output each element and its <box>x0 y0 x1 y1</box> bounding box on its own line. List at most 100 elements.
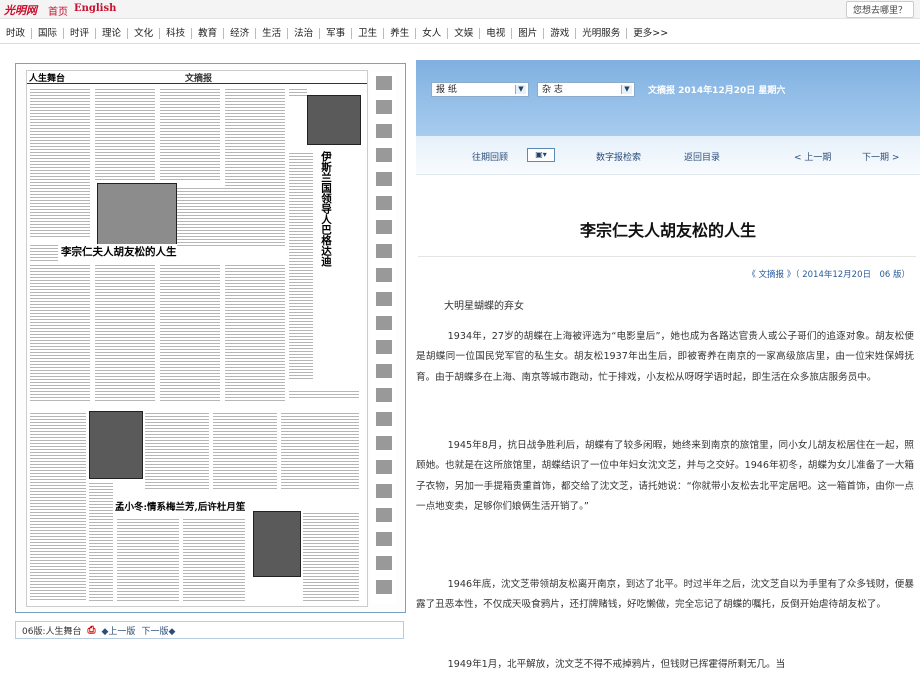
article-source[interactable]: 《 文摘报 》（ 2014年12月20日 06 版） <box>747 268 910 280</box>
nav-item[interactable]: 国际 <box>32 27 65 39</box>
nav-item[interactable]: 科技 <box>160 27 193 39</box>
text-column <box>225 263 285 403</box>
article-title: 李宗仁夫人胡友松的人生 <box>579 221 756 240</box>
nav-item[interactable]: 生活 <box>256 27 289 39</box>
page-thumbnail[interactable] <box>376 316 392 330</box>
text-column <box>177 186 285 246</box>
paper-select-value: 报 纸 <box>436 85 457 95</box>
page-thumbnail[interactable] <box>376 484 392 498</box>
calendar-icon: ▣▾ <box>535 150 547 159</box>
page-thumbnail[interactable] <box>376 580 392 594</box>
text-column <box>289 87 307 97</box>
issue-date: 文摘报 2014年12月20日 星期六 <box>648 86 786 96</box>
page-thumbnail[interactable] <box>376 412 392 426</box>
page-thumbnail[interactable] <box>376 76 392 90</box>
page-thumbnail[interactable] <box>376 100 392 114</box>
side-headline: 伊斯兰国领导人巴格达迪 <box>320 151 333 267</box>
nav-item[interactable]: 电视 <box>480 27 513 39</box>
text-column <box>281 411 359 491</box>
newspaper-page-image[interactable]: 人生舞台 文摘报 李宗仁夫人胡友松的人生 伊斯兰国领导人巴格达迪 孟小冬:情系梅… <box>15 63 406 613</box>
page-thumbnail[interactable] <box>376 340 392 354</box>
text-column <box>89 481 113 601</box>
pdf-icon[interactable]: ⎙ <box>88 625 96 636</box>
portrait-photo <box>307 95 361 145</box>
text-column <box>30 411 86 601</box>
lower-headline: 孟小冬:情系梅兰芳,后许杜月笙 <box>115 499 246 513</box>
calendar-select[interactable]: ▣▾ <box>527 148 555 162</box>
page-thumbnail[interactable] <box>376 124 392 138</box>
paper-name: 文摘报 <box>185 74 213 84</box>
nav-item[interactable]: 时政 <box>0 27 33 39</box>
text-column <box>30 263 90 403</box>
page-thumbnail[interactable] <box>376 388 392 402</box>
nav-item[interactable]: 女人 <box>416 27 449 39</box>
paper-select[interactable]: 报 纸 ▼ <box>431 82 529 97</box>
nav-item[interactable]: 光明服务 <box>576 27 628 39</box>
newspaper-page[interactable]: 人生舞台 文摘报 李宗仁夫人胡友松的人生 伊斯兰国领导人巴格达迪 孟小冬:情系梅… <box>26 70 368 607</box>
nav-item[interactable]: 教育 <box>192 27 225 39</box>
couple-photo <box>97 183 177 245</box>
page-thumbnail[interactable] <box>376 556 392 570</box>
text-column <box>145 411 209 491</box>
page-thumbnail-strip <box>370 72 396 604</box>
couple-portrait-photo <box>253 511 301 577</box>
text-column <box>160 87 220 182</box>
back-to-toc-link[interactable]: 返回目录 <box>684 150 720 163</box>
text-column <box>117 517 179 601</box>
nav-item[interactable]: 文化 <box>128 27 161 39</box>
page-thumbnail[interactable] <box>376 292 392 306</box>
digital-search-link[interactable]: 数字报检索 <box>596 150 641 163</box>
article-subtitle: 大明星蝴蝶的弃女 <box>444 301 524 312</box>
nav-item[interactable]: 养生 <box>384 27 417 39</box>
nav-item[interactable]: 卫生 <box>352 27 385 39</box>
text-column <box>289 151 313 381</box>
header-band <box>416 60 920 136</box>
text-column <box>289 389 359 399</box>
top-bar: 光明网 首页 English 您想去哪里？ <box>0 0 920 19</box>
divider <box>418 256 916 257</box>
prev-page-link[interactable]: ◆上一版 <box>102 624 136 637</box>
prev-issue-link[interactable]: < 上一期 <box>794 150 831 163</box>
english-link[interactable]: English <box>74 3 116 14</box>
text-column <box>95 263 155 403</box>
home-link[interactable]: 首页 <box>48 3 68 18</box>
magazine-select[interactable]: 杂 志 ▼ <box>537 82 635 97</box>
nav-item[interactable]: 图片 <box>512 27 545 39</box>
page-thumbnail[interactable] <box>376 220 392 234</box>
nav-item[interactable]: 经济 <box>224 27 257 39</box>
page-thumbnail[interactable] <box>376 364 392 378</box>
text-column <box>183 517 245 601</box>
chevron-down-icon: ▼ <box>621 85 632 94</box>
site-logo[interactable]: 光明网 <box>4 2 37 18</box>
channel-nav: 时政 国际 时评 理论 文化 科技 教育 经济 生活 法治 军事 卫生 养生 女人 文娱 电视 图片 游戏 光明服务… <box>0 23 920 44</box>
prev-page-label: 上一版 <box>108 626 136 637</box>
page-thumbnail[interactable] <box>376 532 392 546</box>
chevron-down-icon: ▼ <box>515 85 526 94</box>
nav-item[interactable]: 法治 <box>288 27 321 39</box>
next-page-link[interactable]: 下一版◆ <box>141 624 175 637</box>
page-thumbnail[interactable] <box>376 508 392 522</box>
page-thumbnail[interactable] <box>376 244 392 258</box>
nav-item[interactable]: 文娱 <box>448 27 481 39</box>
page-thumbnail[interactable] <box>376 268 392 282</box>
page-thumbnail[interactable] <box>376 436 392 450</box>
page-thumbnail[interactable] <box>376 172 392 186</box>
article-paragraph: 1946年底，沈文芝带领胡友松离开南京，到达了北平。时过半年之后，沈文芝自以为手… <box>416 579 914 611</box>
opera-photo <box>89 411 143 479</box>
where-to-dropdown[interactable]: 您想去哪里？ <box>845 1 914 18</box>
nav-item[interactable]: 更多>> <box>627 28 674 39</box>
nav-item[interactable]: 游戏 <box>544 27 577 39</box>
article-paragraph: 1949年1月，北平解放，沈文芝不得不戒掉鸦片，但钱财已挥霍得所剩无几。当 <box>447 659 786 670</box>
page-thumbnail[interactable] <box>376 148 392 162</box>
page-thumbnail[interactable] <box>376 460 392 474</box>
next-issue-link[interactable]: 下一期 > <box>862 150 899 163</box>
text-column <box>30 87 90 237</box>
nav-item[interactable]: 时评 <box>64 27 97 39</box>
nav-item[interactable]: 理论 <box>96 27 129 39</box>
magazine-select-value: 杂 志 <box>542 85 563 95</box>
main-headline: 李宗仁夫人胡友松的人生 <box>61 244 177 259</box>
nav-item[interactable]: 军事 <box>320 27 353 39</box>
text-column <box>213 411 277 491</box>
page-thumbnail[interactable] <box>376 196 392 210</box>
past-review-link[interactable]: 往期回顾 <box>472 150 508 163</box>
